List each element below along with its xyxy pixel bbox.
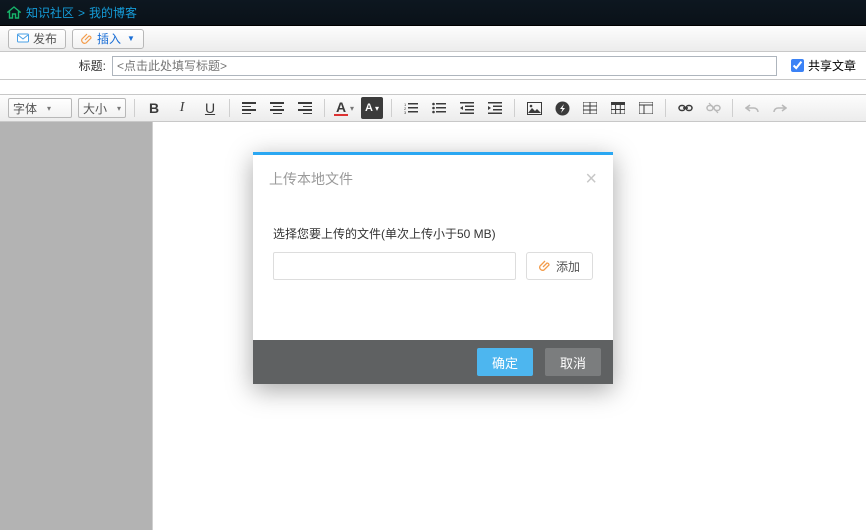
undo-button[interactable] (741, 97, 763, 119)
layout-button[interactable] (635, 97, 657, 119)
close-icon[interactable]: × (585, 169, 597, 189)
font-size-select[interactable]: 大小 ▾ (78, 98, 126, 118)
chevron-down-icon: ▼ (127, 34, 135, 43)
align-right-button[interactable] (294, 97, 316, 119)
separator (391, 99, 392, 117)
dialog-body: 选择您要上传的文件(单次上传小于50 MB) 添加 (253, 197, 613, 340)
image-button[interactable] (523, 97, 545, 119)
breadcrumb-root[interactable]: 知识社区 (26, 4, 74, 21)
publish-label: 发布 (33, 30, 57, 47)
ok-button[interactable]: 确定 (477, 348, 533, 376)
action-bar: 发布 插入 ▼ (0, 26, 866, 52)
dialog-header: 上传本地文件 × (253, 152, 613, 197)
align-center-button[interactable] (266, 97, 288, 119)
cancel-button[interactable]: 取消 (545, 348, 601, 376)
breadcrumb-sep: > (78, 6, 85, 20)
font-family-label: 字体 (13, 100, 37, 117)
unlink-button[interactable] (702, 97, 724, 119)
share-article-toggle[interactable]: 共享文章 (791, 57, 856, 74)
separator (229, 99, 230, 117)
bold-button[interactable]: B (143, 97, 165, 119)
file-path-input[interactable] (273, 252, 516, 280)
attachment-icon (81, 33, 93, 45)
insert-button[interactable]: 插入 ▼ (72, 29, 144, 49)
home-icon (6, 6, 22, 20)
separator (732, 99, 733, 117)
separator (514, 99, 515, 117)
separator (134, 99, 135, 117)
back-color-button[interactable]: A▾ (361, 97, 383, 119)
add-file-label: 添加 (556, 258, 580, 275)
breadcrumb-bar: 知识社区 > 我的博客 (0, 0, 866, 26)
share-label: 共享文章 (808, 57, 856, 74)
link-button[interactable] (674, 97, 696, 119)
share-checkbox[interactable] (791, 59, 804, 72)
editor-toolbar: 字体 ▾ 大小 ▾ B I U A ▾ A▾ 123 (0, 94, 866, 122)
title-row: 标题: 共享文章 (0, 52, 866, 80)
unordered-list-button[interactable] (428, 97, 450, 119)
svg-text:3: 3 (404, 110, 407, 114)
dialog-footer: 确定 取消 (253, 340, 613, 384)
add-file-button[interactable]: 添加 (526, 252, 593, 280)
mail-icon (17, 33, 29, 45)
chevron-down-icon: ▾ (117, 104, 121, 113)
separator (324, 99, 325, 117)
dialog-hint: 选择您要上传的文件(单次上传小于50 MB) (273, 225, 593, 242)
flash-button[interactable] (551, 97, 573, 119)
italic-button[interactable]: I (171, 97, 193, 119)
editor-gutter (0, 122, 152, 530)
dialog-title: 上传本地文件 (269, 169, 353, 189)
title-label: 标题: (70, 57, 106, 74)
breadcrumb-current[interactable]: 我的博客 (89, 4, 137, 21)
spacer (0, 80, 866, 94)
underline-button[interactable]: U (199, 97, 221, 119)
attachment-icon (539, 260, 551, 272)
align-left-button[interactable] (238, 97, 260, 119)
font-size-label: 大小 (83, 100, 107, 117)
redo-button[interactable] (769, 97, 791, 119)
upload-dialog: 上传本地文件 × 选择您要上传的文件(单次上传小于50 MB) 添加 确定 取消 (253, 152, 613, 384)
indent-button[interactable] (484, 97, 506, 119)
chevron-down-icon: ▾ (47, 104, 51, 113)
ordered-list-button[interactable]: 123 (400, 97, 422, 119)
font-family-select[interactable]: 字体 ▾ (8, 98, 72, 118)
title-input[interactable] (112, 56, 777, 76)
publish-button[interactable]: 发布 (8, 29, 66, 49)
grid-button[interactable] (579, 97, 601, 119)
outdent-button[interactable] (456, 97, 478, 119)
font-color-button[interactable]: A ▾ (333, 97, 355, 119)
table-button[interactable] (607, 97, 629, 119)
separator (665, 99, 666, 117)
insert-label: 插入 (97, 30, 121, 47)
